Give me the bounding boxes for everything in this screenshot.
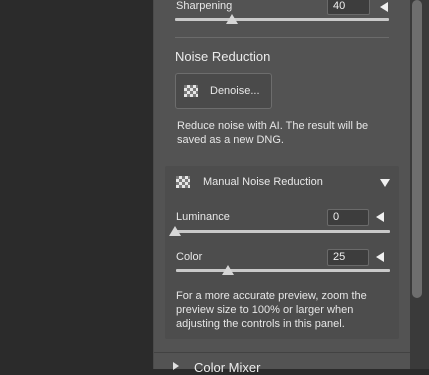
- denoise-button[interactable]: Denoise...: [175, 73, 272, 109]
- luminance-slider-thumb[interactable]: [169, 226, 181, 236]
- preview-hint-line3: adjusting the controls in this panel.: [176, 318, 345, 330]
- next-section-label[interactable]: Color Mixer: [194, 360, 260, 375]
- collapse-triangle-down-icon[interactable]: [380, 179, 390, 187]
- scrollbar-thumb[interactable]: [412, 0, 422, 298]
- luminance-label: Luminance: [176, 211, 230, 223]
- noise-reduction-heading: Noise Reduction: [175, 49, 271, 64]
- image-canvas-area: [0, 0, 153, 369]
- denoise-checkerboard-icon: [184, 85, 198, 97]
- luminance-expand-icon[interactable]: [376, 212, 384, 222]
- color-label: Color: [176, 251, 203, 263]
- color-slider-track[interactable]: [176, 269, 390, 272]
- luminance-slider-track[interactable]: [176, 230, 390, 233]
- preview-hint-line2: preview size to 100% or larger when: [176, 304, 354, 316]
- section-divider: [175, 37, 389, 38]
- manual-checkerboard-icon: [176, 176, 190, 188]
- sharpening-label: Sharpening: [176, 0, 233, 12]
- color-slider-thumb[interactable]: [222, 265, 234, 275]
- next-section-divider: [154, 352, 410, 353]
- color-value-field[interactable]: 25: [327, 249, 369, 266]
- denoise-description-line2: saved as a new DNG.: [177, 134, 284, 146]
- preview-hint-line1: For a more accurate preview, zoom the: [176, 290, 367, 302]
- denoise-button-label: Denoise...: [210, 85, 260, 97]
- sharpening-value-field[interactable]: 40: [327, 0, 370, 15]
- sharpening-slider-thumb[interactable]: [226, 14, 238, 24]
- luminance-value-field[interactable]: 0: [327, 209, 369, 226]
- color-expand-icon[interactable]: [376, 252, 384, 262]
- manual-noise-reduction-title[interactable]: Manual Noise Reduction: [203, 176, 323, 188]
- sharpening-slider-track[interactable]: [175, 18, 389, 21]
- sharpening-expand-icon[interactable]: [380, 2, 388, 12]
- denoise-description-line1: Reduce noise with AI. The result will be: [177, 120, 369, 132]
